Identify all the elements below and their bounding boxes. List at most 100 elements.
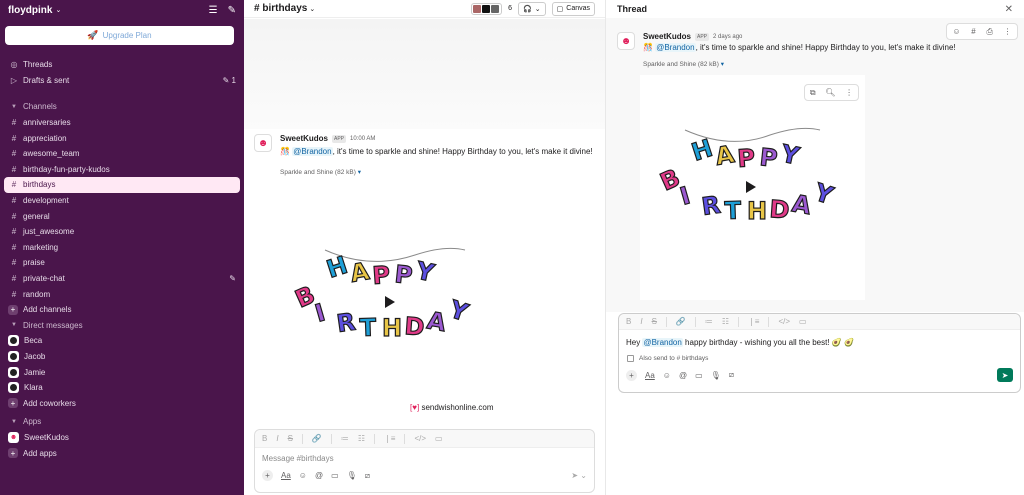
user-mention[interactable]: @Brandon xyxy=(642,338,683,347)
code-block-icon[interactable]: ▭ xyxy=(435,434,443,443)
sidebar-item-app-sweetkudos[interactable]: ☻ SweetKudos xyxy=(0,430,244,446)
link-icon[interactable]: 🔗 xyxy=(676,317,686,326)
message-author[interactable]: SweetKudos xyxy=(643,32,691,41)
sidebar-item-channel[interactable]: # just_awesome xyxy=(0,224,244,240)
sidebar-item-channel[interactable]: # awesome_team xyxy=(0,146,244,162)
sidebar-item-dm[interactable]: Beca xyxy=(0,333,244,349)
message-timestamp[interactable]: 2 days ago xyxy=(713,34,742,40)
chevron-down-icon[interactable]: ⌄ xyxy=(55,6,61,14)
sidebar-item-dm[interactable]: Jamie xyxy=(0,364,244,380)
send-icon[interactable]: ➤ ⌄ xyxy=(571,471,587,480)
more-actions-icon[interactable]: ⋮ xyxy=(845,88,853,97)
add-coworkers-button[interactable]: + Add coworkers xyxy=(0,395,244,411)
user-mention[interactable]: @Brandon xyxy=(292,147,333,156)
shortcuts-icon[interactable]: ⧄ xyxy=(729,370,734,380)
sidebar-item-channel[interactable]: # appreciation xyxy=(0,130,244,146)
shortcuts-icon[interactable]: ⧄ xyxy=(365,471,370,481)
upgrade-plan-button[interactable]: 🚀 Upgrade Plan xyxy=(5,26,234,45)
workspace-name[interactable]: floydpink xyxy=(8,5,52,16)
blockquote-icon[interactable]: ❘≡ xyxy=(384,434,395,443)
ordered-list-icon[interactable]: ≔ xyxy=(705,317,713,326)
link-icon[interactable]: 🔗 xyxy=(312,434,322,443)
bold-icon[interactable]: B xyxy=(626,317,631,326)
plus-icon[interactable]: + xyxy=(262,470,273,481)
sidebar-item-drafts[interactable]: ▷ Drafts & sent ✎ 1 xyxy=(0,73,244,89)
sidebar-item-channel[interactable]: # birthdays xyxy=(4,177,240,193)
message-author[interactable]: SweetKudos xyxy=(280,134,328,143)
copy-icon[interactable]: ⧉ xyxy=(810,88,816,98)
canvas-button[interactable]: ▢ Canvas xyxy=(551,1,595,16)
sweetkudos-avatar[interactable]: ☻ xyxy=(254,134,272,152)
attachment-label[interactable]: Sparkle and Shine (82 kB) ▾ xyxy=(280,168,594,176)
text-format-icon[interactable]: Aa xyxy=(281,471,291,480)
bulleted-list-icon[interactable]: ☷ xyxy=(722,317,729,326)
blockquote-icon[interactable]: ❘≡ xyxy=(748,317,759,326)
italic-icon[interactable]: I xyxy=(640,317,642,326)
channel-composer[interactable]: B I S 🔗 ≔ ☷ ❘≡ </> ▭ Message #birthdays … xyxy=(254,429,595,493)
close-icon[interactable]: ✕ xyxy=(1005,4,1013,15)
mention-icon[interactable]: @ xyxy=(315,471,323,480)
channel-title[interactable]: # birthdays xyxy=(254,3,307,14)
code-block-icon[interactable]: ▭ xyxy=(799,317,807,326)
send-button[interactable]: ➤ xyxy=(997,368,1013,382)
apps-section-header[interactable]: ▼ Apps xyxy=(0,414,244,430)
compose-icon[interactable]: ✎ xyxy=(228,5,236,16)
strikethrough-icon[interactable]: S xyxy=(652,317,657,326)
edit-icon[interactable]: ✎ xyxy=(229,274,236,283)
microphone-icon[interactable]: 🎙 xyxy=(711,371,721,380)
sidebar-item-channel[interactable]: # birthday-fun-party-kudos xyxy=(0,162,244,178)
mention-icon[interactable]: @ xyxy=(679,371,687,380)
plus-icon[interactable]: + xyxy=(626,369,637,381)
ordered-list-icon[interactable]: ≔ xyxy=(341,434,349,443)
huddle-button[interactable]: 🎧 ⌄ xyxy=(518,1,546,16)
thread-reply-composer[interactable]: B I S 🔗 ≔ ☷ ❘≡ </> ▭ Hey @Brandon happy … xyxy=(618,313,1021,393)
sidebar-item-channel[interactable]: # praise xyxy=(0,255,244,271)
microphone-icon[interactable]: 🎙 xyxy=(347,471,357,480)
bookmark-icon[interactable]: ⎙ xyxy=(986,27,992,37)
code-icon[interactable]: </> xyxy=(778,317,790,326)
italic-icon[interactable]: I xyxy=(276,434,278,443)
strikethrough-icon[interactable]: S xyxy=(288,434,293,443)
attachment-label[interactable]: Sparkle and Shine (82 kB) ▾ xyxy=(643,60,1017,68)
message-timestamp[interactable]: 10:00 AM xyxy=(350,136,375,142)
message-input[interactable]: Message #birthdays xyxy=(255,448,594,470)
emoji-icon[interactable]: ☺ xyxy=(299,471,307,480)
code-icon[interactable]: </> xyxy=(414,434,426,443)
emoji-icon[interactable]: ☺ xyxy=(663,371,671,380)
workspace-header[interactable]: floydpink ⌄ ☰ ✎ xyxy=(0,0,244,20)
sidebar-item-threads[interactable]: ◎ Threads xyxy=(0,57,244,73)
filter-icon[interactable]: ☰ xyxy=(209,5,218,16)
dm-section-header[interactable]: ▼ Direct messages xyxy=(0,318,244,334)
also-send-to-channel[interactable]: Also send to # birthdays xyxy=(619,352,1020,365)
sidebar-item-channel[interactable]: # anniversaries xyxy=(0,115,244,131)
channels-section-header[interactable]: ▼ Channels xyxy=(0,99,244,115)
bold-icon[interactable]: B xyxy=(262,434,267,443)
member-avatars[interactable] xyxy=(471,2,503,15)
add-channels-button[interactable]: + Add channels xyxy=(0,302,244,318)
more-actions-icon[interactable]: ⋮ xyxy=(1004,27,1012,36)
reply-input[interactable]: Hey @Brandon happy birthday - wishing yo… xyxy=(619,330,1020,352)
bulleted-list-icon[interactable]: ☷ xyxy=(358,434,365,443)
thread-gif[interactable]: HAPPYBIRTHDAY xyxy=(640,75,865,300)
add-apps-button[interactable]: + Add apps xyxy=(0,445,244,461)
sidebar-item-dm[interactable]: Jacob xyxy=(0,349,244,365)
add-reaction-icon[interactable]: ☺ xyxy=(952,27,960,36)
hashtag-icon[interactable]: # xyxy=(971,27,975,36)
sidebar-item-channel[interactable]: # marketing xyxy=(0,240,244,256)
also-send-checkbox[interactable] xyxy=(627,355,634,362)
member-count[interactable]: 6 xyxy=(508,5,512,12)
video-icon[interactable]: ▭ xyxy=(331,471,339,480)
caret-down-icon[interactable]: ▾ xyxy=(358,169,361,176)
chevron-down-icon[interactable]: ⌄ xyxy=(309,5,315,13)
sidebar-item-channel[interactable]: # private-chat ✎ xyxy=(0,271,244,287)
sweetkudos-avatar[interactable]: ☻ xyxy=(617,32,635,50)
zoom-icon[interactable]: 🔍︎ xyxy=(825,88,835,97)
text-format-icon[interactable]: Aa xyxy=(645,371,655,380)
video-icon[interactable]: ▭ xyxy=(695,371,703,380)
caret-down-icon[interactable]: ▾ xyxy=(721,61,724,68)
sidebar-item-channel[interactable]: # general xyxy=(0,208,244,224)
sidebar-item-channel[interactable]: # development xyxy=(0,193,244,209)
sidebar-item-channel[interactable]: # random xyxy=(0,286,244,302)
channel-gif[interactable]: HAPPYBIRTHDAY xyxy=(280,230,510,410)
sidebar-item-dm[interactable]: Klara xyxy=(0,380,244,396)
